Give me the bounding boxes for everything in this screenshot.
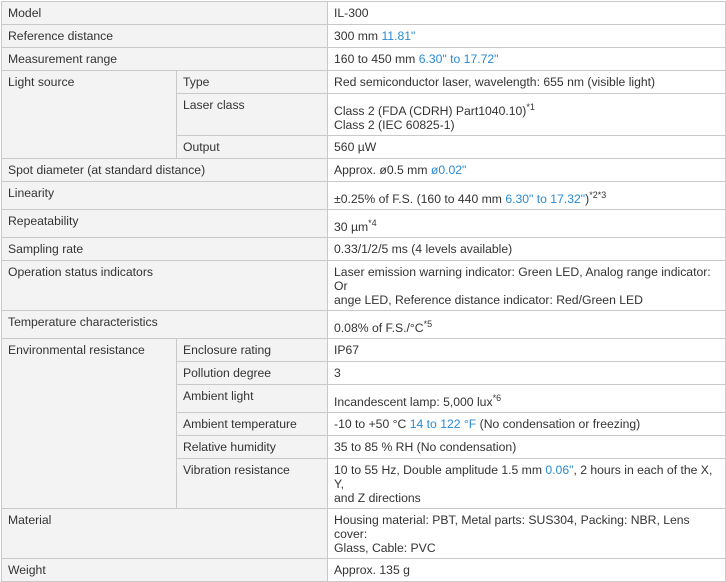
value-reference-distance: 300 mm 11.81" — [327, 24, 726, 48]
label-pollution: Pollution degree — [175, 361, 329, 385]
label-weight: Weight — [0, 558, 329, 582]
footnote-ref: *5 — [423, 319, 433, 329]
value-model: IL-300 — [327, 1, 726, 25]
value-mm: ±0.25% of F.S. (160 to 440 mm — [334, 192, 502, 206]
row-repeatability: Repeatability 30 µm*4 — [0, 209, 726, 238]
row-weight: Weight Approx. 135 g — [0, 558, 726, 582]
label-ambient-temp: Ambient temperature — [175, 412, 329, 436]
value-pollution: 3 — [327, 361, 726, 385]
row-reference-distance: Reference distance 300 mm 11.81" — [0, 24, 726, 48]
row-enclosure: Environmental resistance Enclosure ratin… — [1, 338, 726, 509]
label-spot-diameter: Spot diameter (at standard distance) — [0, 158, 329, 182]
value-sampling-rate: 0.33/1/2/5 ms (4 levels available) — [327, 237, 726, 261]
value-text: Incandescent lamp: 5,000 lux — [334, 395, 493, 409]
value-inch: 0.06" — [545, 463, 574, 477]
label-enclosure: Enclosure rating — [175, 338, 329, 362]
row-material: Material Housing material: PBT, Metal pa… — [0, 508, 726, 559]
value-vibration: 10 to 55 Hz, Double amplitude 1.5 mm 0.0… — [327, 458, 726, 509]
value-inch: ø0.02" — [430, 163, 467, 177]
label-ambient-light: Ambient light — [175, 384, 329, 413]
label-vibration: Vibration resistance — [175, 458, 329, 509]
value-linearity: ±0.25% of F.S. (160 to 440 mm 6.30" to 1… — [327, 181, 726, 210]
laser-class-line1: Class 2 (FDA (CDRH) Part1040.10) — [334, 104, 527, 118]
value-fahrenheit: 14 to 122 °F — [409, 417, 477, 431]
value-text: 0.08% of F.S./°C — [334, 321, 424, 335]
label-light-source: Light source — [1, 70, 177, 159]
value-output: 560 µW — [327, 135, 726, 159]
value-line2: Glass, Cable: PVC — [334, 541, 436, 555]
footnote-ref: *2*3 — [589, 190, 607, 200]
value-enclosure: IP67 — [327, 338, 726, 362]
value-inch: 11.81" — [381, 29, 416, 43]
value-mm: Approx. ø0.5 mm — [334, 163, 428, 177]
value-text: 10 to 55 Hz, Double amplitude 1.5 mm — [334, 463, 542, 477]
label-humidity: Relative humidity — [175, 435, 329, 459]
row-model: Model IL-300 — [0, 1, 726, 25]
value-note: (No condensation or freezing) — [479, 417, 641, 431]
value-humidity: 35 to 85 % RH (No condensation) — [327, 435, 726, 459]
footnote-ref: *6 — [492, 393, 502, 403]
row-sampling-rate: Sampling rate 0.33/1/2/5 ms (4 levels av… — [0, 237, 726, 261]
value-inch: 6.30" to 17.72" — [418, 52, 499, 66]
value-material: Housing material: PBT, Metal parts: SUS3… — [327, 508, 726, 559]
label-environmental-resistance: Environmental resistance — [1, 338, 177, 509]
row-spot-diameter: Spot diameter (at standard distance) App… — [0, 158, 726, 182]
value-line2: ange LED, Reference distance indicator: … — [334, 293, 643, 307]
label-operation-status: Operation status indicators — [0, 260, 329, 311]
value-line1: Laser emission warning indicator: Green … — [334, 265, 711, 293]
value-ambient-light: Incandescent lamp: 5,000 lux*6 — [327, 384, 726, 413]
value-measurement-range: 160 to 450 mm 6.30" to 17.72" — [327, 47, 726, 71]
value-spot-diameter: Approx. ø0.5 mm ø0.02" — [327, 158, 726, 182]
row-operation-status: Operation status indicators Laser emissi… — [0, 260, 726, 311]
label-model: Model — [0, 1, 329, 25]
label-temperature: Temperature characteristics — [0, 310, 329, 339]
value-operation-status: Laser emission warning indicator: Green … — [327, 260, 726, 311]
value-laser-class: Class 2 (FDA (CDRH) Part1040.10)*1 Class … — [327, 93, 726, 136]
value-temperature: 0.08% of F.S./°C*5 — [327, 310, 726, 339]
label-measurement-range: Measurement range — [0, 47, 329, 71]
value-line2: and Z directions — [334, 491, 421, 505]
label-linearity: Linearity — [0, 181, 329, 210]
spec-table: Model IL-300 Reference distance 300 mm 1… — [0, 1, 726, 582]
row-temperature: Temperature characteristics 0.08% of F.S… — [0, 310, 726, 339]
laser-class-line2: Class 2 (IEC 60825-1) — [334, 118, 455, 132]
label-reference-distance: Reference distance — [0, 24, 329, 48]
row-measurement-range: Measurement range 160 to 450 mm 6.30" to… — [0, 47, 726, 71]
label-material: Material — [0, 508, 329, 559]
value-mm: 160 to 450 mm — [334, 52, 416, 66]
value-ambient-temp: -10 to +50 °C 14 to 122 °F (No condensat… — [327, 412, 726, 436]
value-inch: 6.30" to 17.32" — [505, 192, 586, 206]
label-type: Type — [175, 70, 329, 94]
footnote-ref: *4 — [368, 218, 377, 228]
value-celsius: -10 to +50 °C — [334, 417, 407, 431]
value-type: Red semiconductor laser, wavelength: 655… — [327, 70, 726, 94]
value-line1: Housing material: PBT, Metal parts: SUS3… — [334, 513, 690, 541]
row-linearity: Linearity ±0.25% of F.S. (160 to 440 mm … — [0, 181, 726, 210]
value-repeatability: 30 µm*4 — [327, 209, 726, 238]
label-repeatability: Repeatability — [0, 209, 329, 238]
value-weight: Approx. 135 g — [327, 558, 726, 582]
row-light-source-type: Light source Type Red semiconductor lase… — [1, 70, 726, 159]
label-output: Output — [175, 135, 329, 159]
value-text: 30 µm — [334, 220, 369, 234]
value-mm: 300 mm — [334, 29, 379, 43]
label-sampling-rate: Sampling rate — [0, 237, 329, 261]
footnote-ref: *1 — [526, 102, 535, 112]
label-laser-class: Laser class — [175, 93, 329, 136]
